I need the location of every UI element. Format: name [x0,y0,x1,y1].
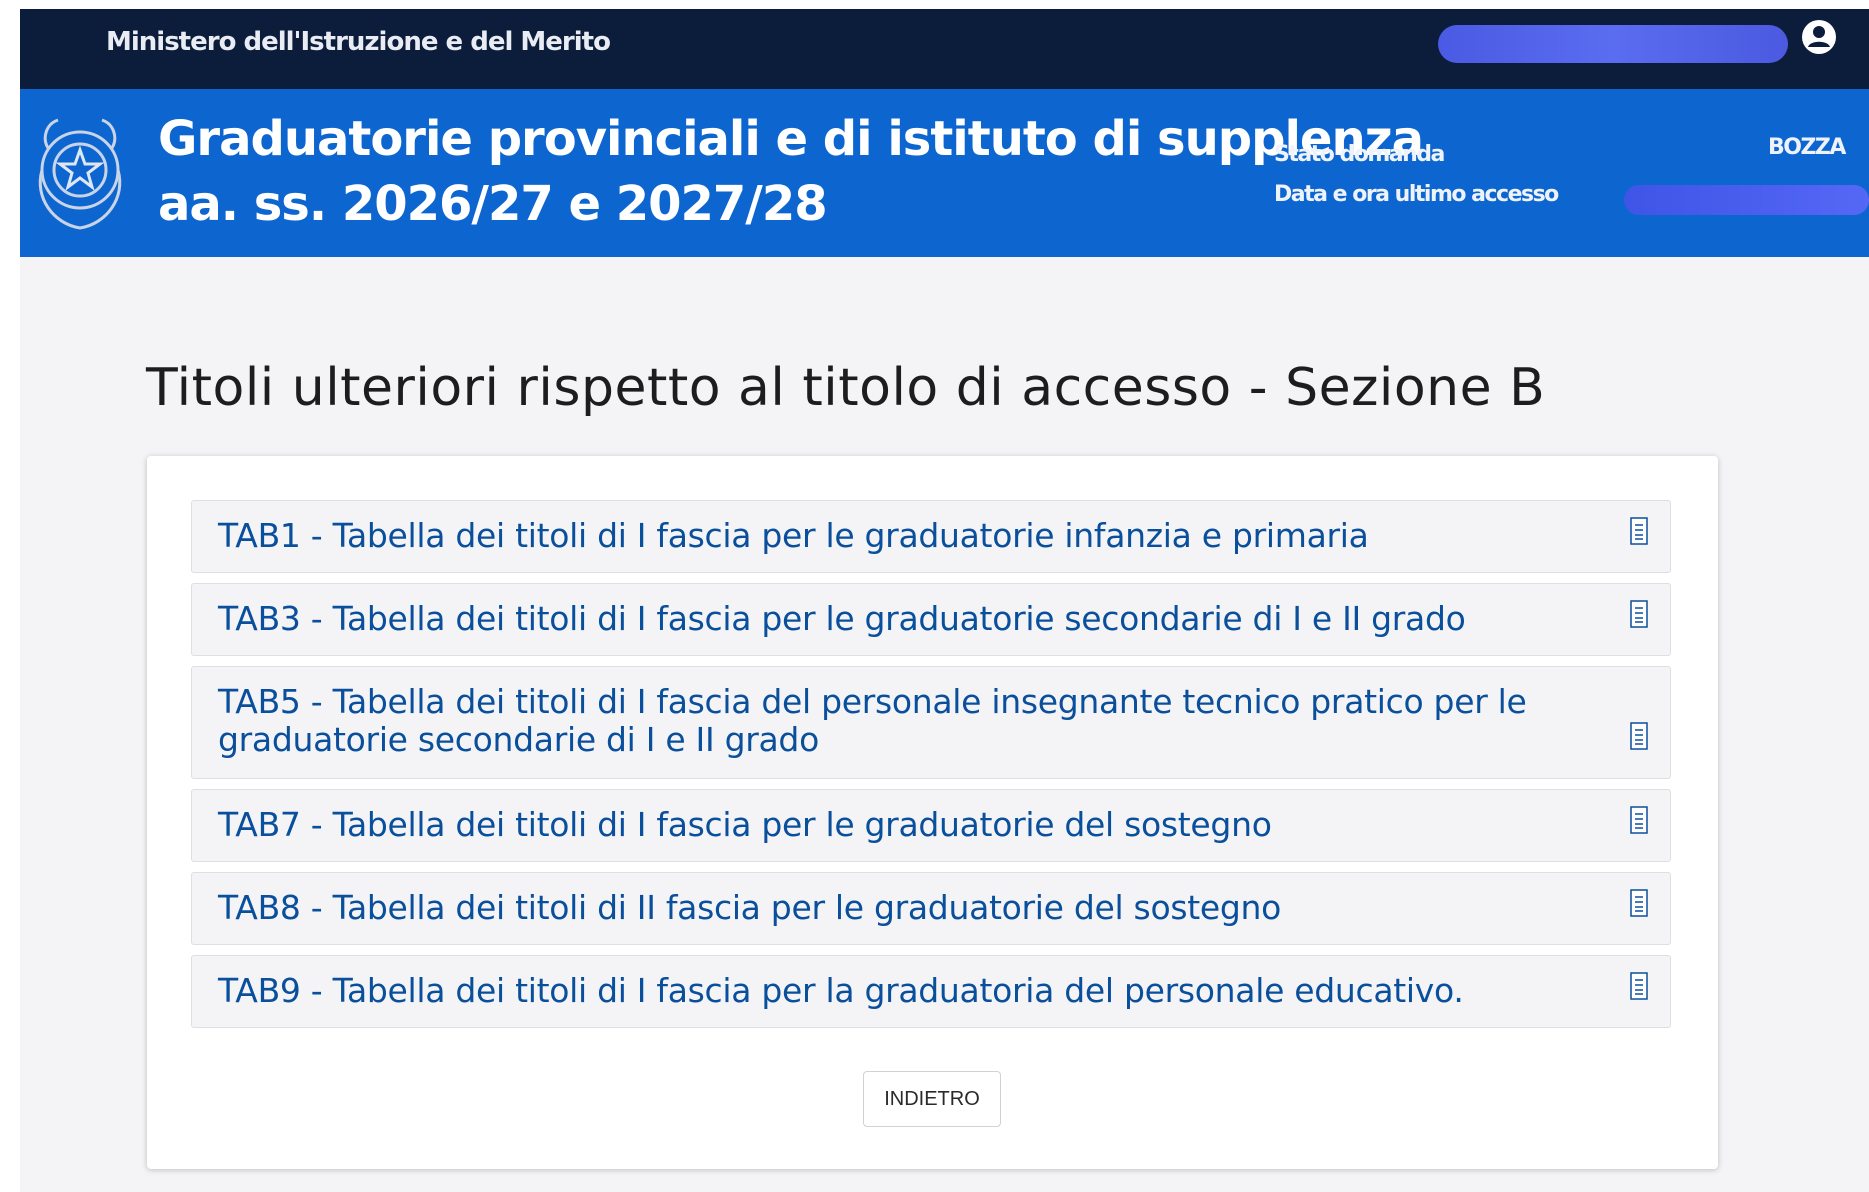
back-button[interactable]: INDIETRO [863,1071,1001,1127]
page-title: Titoli ulteriori rispetto al titolo di a… [146,358,1546,418]
status-value: BOZZA [1768,135,1846,160]
top-bar: Ministero dell'Istruzione e del Merito [20,9,1869,89]
document-icon[interactable] [1630,722,1648,750]
document-icon[interactable] [1630,972,1648,1000]
list-item-label[interactable]: TAB8 - Tabella dei titoli di II fascia p… [218,889,1580,927]
list-item-tab9[interactable]: TAB9 - Tabella dei titoli di I fascia pe… [191,955,1671,1028]
status-label: Stato domanda [1274,142,1445,167]
list-item-tab3[interactable]: TAB3 - Tabella dei titoli di I fascia pe… [191,583,1671,656]
ministry-name: Ministero dell'Istruzione e del Merito [106,27,611,57]
list-item-tab1[interactable]: TAB1 - Tabella dei titoli di I fascia pe… [191,500,1671,573]
list-item-label[interactable]: TAB5 - Tabella dei titoli di I fascia de… [218,683,1580,759]
app-title-line2: aa. ss. 2026/27 e 2027/28 [158,176,828,232]
document-icon[interactable] [1630,600,1648,628]
last-access-value-redacted [1624,185,1869,215]
list-item-label[interactable]: TAB3 - Tabella dei titoli di I fascia pe… [218,600,1580,638]
list-item-tab5[interactable]: TAB5 - Tabella dei titoli di I fascia de… [191,666,1671,779]
tables-card: TAB1 - Tabella dei titoli di I fascia pe… [147,456,1718,1169]
status-labels: Stato domanda Data e ora ultimo accesso [1274,135,1559,215]
list-item-label[interactable]: TAB1 - Tabella dei titoli di I fascia pe… [218,517,1580,555]
app-title-line1: Graduatorie provinciali e di istituto di… [158,111,1424,167]
list-item-tab7[interactable]: TAB7 - Tabella dei titoli di I fascia pe… [191,789,1671,862]
app-header: Graduatorie provinciali e di istituto di… [20,89,1869,257]
app-window: Ministero dell'Istruzione e del Merito G… [20,9,1869,1192]
document-icon[interactable] [1630,517,1648,545]
user-name-redacted[interactable] [1438,25,1788,63]
repubblica-emblem-icon [38,118,122,230]
list-item-label[interactable]: TAB9 - Tabella dei titoli di I fascia pe… [218,972,1580,1010]
document-icon[interactable] [1630,806,1648,834]
last-access-label: Data e ora ultimo accesso [1274,182,1559,207]
document-icon[interactable] [1630,889,1648,917]
list-item-tab8[interactable]: TAB8 - Tabella dei titoli di II fascia p… [191,872,1671,945]
list-item-label[interactable]: TAB7 - Tabella dei titoli di I fascia pe… [218,806,1580,844]
user-circle-icon[interactable] [1800,18,1838,56]
app-title: Graduatorie provinciali e di istituto di… [158,107,1424,237]
